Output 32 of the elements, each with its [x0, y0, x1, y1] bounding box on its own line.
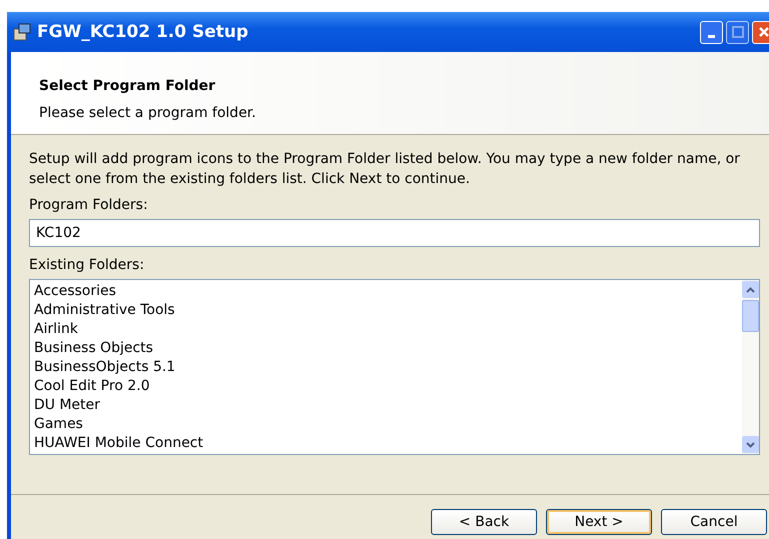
close-button[interactable] [752, 20, 769, 44]
description-text: Setup will add program icons to the Program Folder listed below. You may type a new folder name, or select one from the existing folders list. Click Next to continue. [29, 150, 741, 189]
folder-item[interactable]: Games [34, 415, 738, 434]
folder-item[interactable]: DU Meter [34, 396, 738, 415]
close-icon [758, 26, 769, 38]
maximize-icon [732, 26, 744, 38]
folder-item[interactable]: Accessories [34, 282, 738, 301]
folder-item[interactable]: Business Objects [34, 339, 738, 358]
program-folder-field[interactable]: KC102 [29, 219, 760, 247]
scrollbar[interactable] [742, 280, 759, 454]
maximize-button[interactable] [726, 20, 749, 44]
minimize-icon [708, 34, 715, 38]
header-title: Select Program Folder [39, 78, 216, 94]
window-title: FGW_KC102 1.0 Setup [37, 22, 250, 42]
list-label: Existing Folders: [29, 256, 146, 275]
minimize-button[interactable] [700, 20, 723, 44]
scroll-down-button[interactable] [742, 436, 759, 453]
folder-item[interactable]: HUAWEI Mobile Connect [34, 434, 738, 453]
chevron-down-icon [746, 442, 755, 448]
dialog-button[interactable]: Cancel [661, 509, 767, 535]
folder-item[interactable]: Cool Edit Pro 2.0 [34, 377, 738, 396]
chevron-up-icon [746, 286, 755, 292]
field-label: Program Folders: [29, 196, 149, 215]
folder-item[interactable]: Airlink [34, 320, 738, 339]
dialog-button[interactable]: < Back [431, 509, 537, 535]
dialog-button[interactable]: Next > [546, 509, 652, 535]
header-subtitle: Please select a program folder. [39, 105, 257, 121]
folder-item[interactable]: BusinessObjects 5.1 [34, 358, 738, 377]
scroll-thumb[interactable] [742, 300, 759, 332]
scroll-up-button[interactable] [742, 281, 759, 298]
folder-item[interactable]: Administrative Tools [34, 301, 738, 320]
setup-icon [13, 23, 31, 41]
